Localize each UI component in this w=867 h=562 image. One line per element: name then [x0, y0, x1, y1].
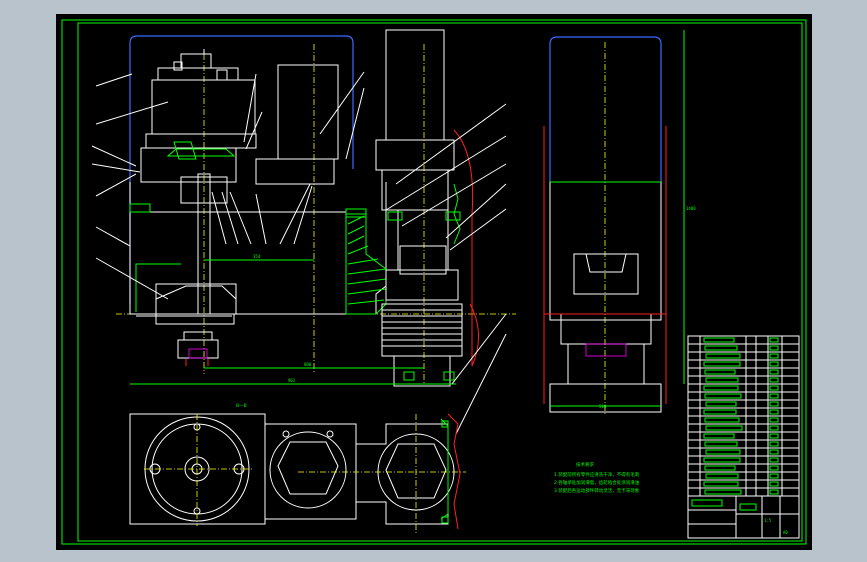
dim-overall: 962: [288, 378, 296, 383]
bearing-stack: [381, 303, 463, 357]
parts-row-entry: [705, 401, 737, 407]
parts-row-entry: [704, 369, 736, 375]
parts-row-qty: [769, 417, 779, 423]
dim-center: 354: [253, 254, 261, 259]
assembly-drawing: 354 800 962 1480 510 B—B 技术要求 1.装配前所有零件应…: [61, 19, 807, 545]
parts-row-qty: [769, 393, 779, 399]
parts-row-qty: [769, 409, 779, 415]
parts-row-qty: [769, 337, 779, 343]
parts-row-entry: [703, 385, 739, 391]
parts-row-entry: [703, 361, 741, 367]
parts-row-entry: [703, 337, 735, 343]
parts-row-entry: [705, 425, 743, 431]
parts-row-qty: [769, 449, 779, 455]
parts-row-qty: [769, 369, 779, 375]
parts-row-qty: [769, 473, 779, 479]
parts-row-qty: [769, 489, 779, 495]
tech-req-line-3: 3.装配后各运动部件转动灵活，无卡滞现象: [554, 487, 640, 494]
plan-view: B—B: [129, 403, 466, 534]
parts-row-qty: [769, 345, 779, 351]
parts-row-qty: [769, 425, 779, 431]
outer-frame: [61, 19, 807, 545]
plan-view-label: B—B: [236, 403, 247, 409]
parts-row-entry: [705, 377, 739, 383]
technical-notes: 技术要求 1.装配前所有零件应清洗干净，不得有毛刺 2.各轴承处加润滑脂，齿轮啮…: [554, 461, 640, 494]
parts-row-entry: [705, 449, 741, 455]
hatched-casting: [135, 213, 387, 315]
sheet-size: A0: [783, 530, 788, 535]
main-section-view: 354 800 962: [116, 29, 516, 387]
parts-row-qty: [769, 401, 779, 407]
parts-row-entry: [704, 465, 736, 471]
parts-row-qty: [769, 361, 779, 367]
parts-row-qty: [769, 377, 779, 383]
scale-value: 1:5: [764, 518, 772, 523]
parts-row-entry: [703, 433, 735, 439]
parts-row-qty: [769, 385, 779, 391]
drawing-viewport[interactable]: 354 800 962 1480 510 B—B 技术要求 1.装配前所有零件应…: [56, 14, 812, 550]
parts-row-entry: [703, 457, 741, 463]
side-view: 1480 510: [543, 30, 696, 414]
dim-height: 1480: [686, 206, 696, 211]
tech-req-title: 技术要求: [576, 461, 594, 468]
parts-row-qty: [769, 465, 779, 471]
parts-row-qty: [769, 481, 779, 487]
parts-row-entry: [704, 393, 742, 399]
parts-row-entry: [703, 481, 739, 487]
dim-base: 800: [304, 362, 312, 367]
parts-row-entry: [703, 409, 737, 415]
parts-row-entry: [704, 441, 738, 447]
title-block: 1:5 A0: [687, 495, 800, 539]
tech-req-line-1: 1.装配前所有零件应清洗干净，不得有毛刺: [554, 471, 640, 478]
parts-row-qty: [769, 433, 779, 439]
parts-row-qty: [769, 457, 779, 463]
tech-req-line-2: 2.各轴承处加润滑脂，齿轮啮合处涂润滑油: [554, 479, 640, 486]
parts-row-entry: [705, 473, 739, 479]
parts-row-entry: [705, 353, 741, 359]
dim-side-width: 510: [599, 404, 607, 409]
parts-row-entry: [704, 489, 742, 495]
parts-row-entry: [704, 417, 740, 423]
parts-row-qty: [769, 353, 779, 359]
parts-row-qty: [769, 441, 779, 447]
parts-row-entry: [704, 345, 738, 351]
